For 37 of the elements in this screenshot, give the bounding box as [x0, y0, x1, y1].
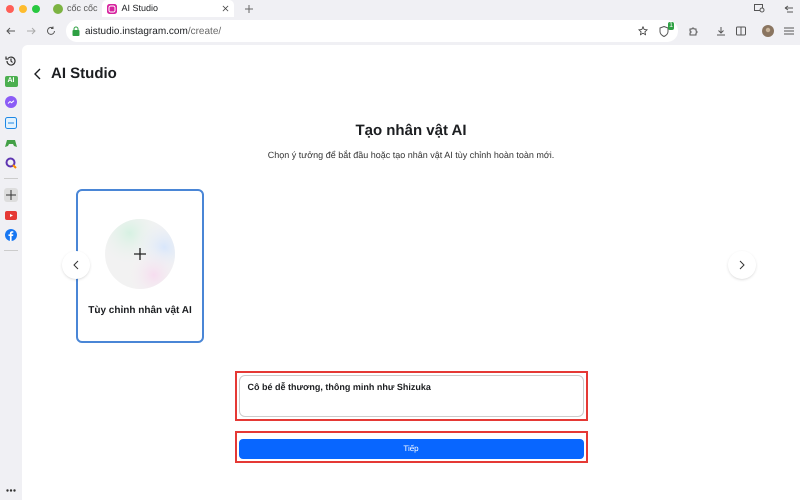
- browser-tab[interactable]: AI Studio: [102, 0, 234, 17]
- close-icon[interactable]: [222, 5, 229, 12]
- facebook-icon[interactable]: [5, 229, 17, 241]
- gamepad-icon[interactable]: [5, 138, 17, 148]
- more-icon[interactable]: [6, 489, 16, 492]
- character-card[interactable]: Tùy chỉnh nhân vật AI: [76, 188, 204, 342]
- next-button[interactable]: Tiếp: [238, 438, 584, 458]
- back-icon[interactable]: [6, 26, 16, 36]
- shield-icon[interactable]: [659, 26, 669, 37]
- page-title: AI Studio: [51, 64, 117, 84]
- url-text: aistudio.instagram.com/create/: [85, 24, 222, 38]
- messenger-icon[interactable]: [5, 96, 17, 108]
- back-arrow-icon[interactable]: [784, 4, 794, 12]
- search-q-icon[interactable]: [5, 157, 17, 169]
- description-field[interactable]: Cô bé dễ thương, thông minh như Shizuka: [238, 374, 584, 416]
- screen-search-icon[interactable]: [754, 4, 765, 13]
- extensions-icon[interactable]: [688, 26, 698, 36]
- play-icon[interactable]: [5, 211, 17, 220]
- history-icon[interactable]: [5, 55, 17, 67]
- add-icon[interactable]: [4, 188, 18, 202]
- new-tab-icon[interactable]: [244, 4, 253, 12]
- lock-icon: [72, 26, 80, 36]
- split-view-icon[interactable]: [736, 26, 746, 36]
- chevron-left-icon: [73, 260, 79, 270]
- reload-icon[interactable]: [46, 26, 56, 36]
- subtitle: Chọn ý tưởng để bắt đầu hoặc tạo nhân vật AI tùy chỉnh hoàn toàn mới.: [268, 149, 554, 162]
- browser-tab[interactable]: cốc cốc: [49, 0, 102, 17]
- card-label: Tùy chỉnh nhân vật AI: [88, 304, 192, 318]
- heading: Tạo nhân vật AI: [355, 120, 467, 140]
- camera-app-icon: [106, 4, 117, 14]
- download-icon[interactable]: [716, 26, 726, 36]
- chevron-right-icon: [739, 260, 745, 270]
- close-window-icon[interactable]: [6, 4, 14, 12]
- menu-icon[interactable]: [784, 27, 794, 35]
- back-chevron-icon[interactable]: [34, 68, 41, 80]
- avatar-icon[interactable]: [762, 25, 774, 37]
- star-icon[interactable]: [638, 26, 648, 36]
